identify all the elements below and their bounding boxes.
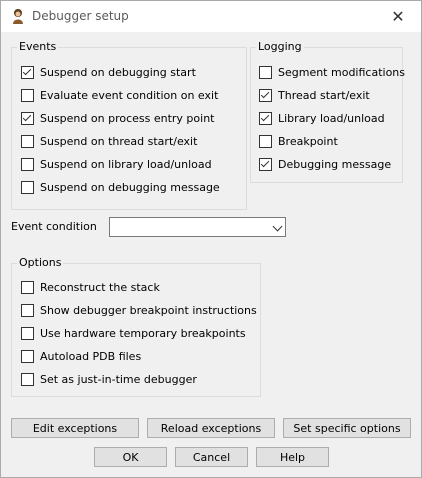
event-condition-label: Event condition <box>11 220 97 233</box>
checkbox-label: Breakpoint <box>278 134 338 148</box>
checkbox-box <box>21 303 34 317</box>
checkbox-box <box>21 280 34 294</box>
checkbox-label: Suspend on thread start/exit <box>40 134 198 148</box>
checkbox-label: Autoload PDB files <box>40 349 142 363</box>
debugger-setup-dialog: Debugger setup ✕ Events Suspend on debug… <box>0 0 422 478</box>
checkbox-box <box>21 372 34 386</box>
checkbox-label: Debugging message <box>278 157 392 171</box>
checkbox-box <box>259 65 272 79</box>
app-icon <box>13 9 23 24</box>
chevron-down-icon[interactable] <box>272 221 283 232</box>
checkbox-hw-temp-bp[interactable]: Use hardware temporary breakpoints <box>21 325 246 341</box>
checkbox-autoload-pdb[interactable]: Autoload PDB files <box>21 348 141 364</box>
checkbox-box <box>21 65 34 79</box>
checkbox-box <box>259 134 272 148</box>
checkbox-box <box>21 88 34 102</box>
checkbox-jit-debugger[interactable]: Set as just-in-time debugger <box>21 371 197 387</box>
checkbox-box <box>259 88 272 102</box>
event-condition-combo[interactable] <box>109 217 286 237</box>
cancel-button[interactable]: Cancel <box>175 447 248 467</box>
checkbox-label: Thread start/exit <box>278 88 370 102</box>
checkbox-box <box>21 349 34 363</box>
title-bar: Debugger setup ✕ <box>1 1 421 32</box>
checkbox-box <box>21 134 34 148</box>
checkbox-suspend-entry-point[interactable]: Suspend on process entry point <box>21 110 215 126</box>
close-icon[interactable]: ✕ <box>375 1 421 32</box>
checkbox-label: Evaluate event condition on exit <box>40 88 219 102</box>
options-group-label: Options <box>17 256 64 269</box>
help-button[interactable]: Help <box>256 447 329 467</box>
checkbox-label: Suspend on debugging start <box>40 65 196 79</box>
logging-group-label: Logging <box>256 40 304 53</box>
events-group-label: Events <box>17 40 59 53</box>
checkbox-suspend-debugging-start[interactable]: Suspend on debugging start <box>21 64 196 80</box>
checkbox-label: Set as just-in-time debugger <box>40 372 197 386</box>
checkbox-suspend-debug-message[interactable]: Suspend on debugging message <box>21 179 220 195</box>
checkbox-log-segment[interactable]: Segment modifications <box>259 64 405 80</box>
ok-button[interactable]: OK <box>94 447 167 467</box>
checkbox-box <box>259 157 272 171</box>
checkbox-label: Use hardware temporary breakpoints <box>40 326 246 340</box>
checkbox-log-debug-message[interactable]: Debugging message <box>259 156 391 172</box>
checkbox-box <box>259 111 272 125</box>
checkbox-reconstruct-stack[interactable]: Reconstruct the stack <box>21 279 160 295</box>
checkbox-log-breakpoint[interactable]: Breakpoint <box>259 133 338 149</box>
checkbox-box <box>21 326 34 340</box>
reload-exceptions-button[interactable]: Reload exceptions <box>147 418 275 438</box>
checkbox-label: Suspend on library load/unload <box>40 157 212 171</box>
checkbox-label: Show debugger breakpoint instructions <box>40 303 257 317</box>
checkbox-log-library[interactable]: Library load/unload <box>259 110 385 126</box>
checkbox-show-bp-instructions[interactable]: Show debugger breakpoint instructions <box>21 302 257 318</box>
checkbox-box <box>21 180 34 194</box>
checkbox-label: Library load/unload <box>278 111 385 125</box>
window-title: Debugger setup <box>32 9 129 23</box>
set-specific-options-button[interactable]: Set specific options <box>283 418 411 438</box>
checkbox-label: Segment modifications <box>278 65 405 79</box>
checkbox-evaluate-condition-exit[interactable]: Evaluate event condition on exit <box>21 87 218 103</box>
checkbox-box <box>21 157 34 171</box>
checkbox-box <box>21 111 34 125</box>
checkbox-label: Suspend on debugging message <box>40 180 220 194</box>
checkbox-suspend-thread[interactable]: Suspend on thread start/exit <box>21 133 197 149</box>
checkbox-label: Reconstruct the stack <box>40 280 160 294</box>
edit-exceptions-button[interactable]: Edit exceptions <box>11 418 139 438</box>
checkbox-suspend-library[interactable]: Suspend on library load/unload <box>21 156 212 172</box>
checkbox-log-thread[interactable]: Thread start/exit <box>259 87 370 103</box>
checkbox-label: Suspend on process entry point <box>40 111 215 125</box>
